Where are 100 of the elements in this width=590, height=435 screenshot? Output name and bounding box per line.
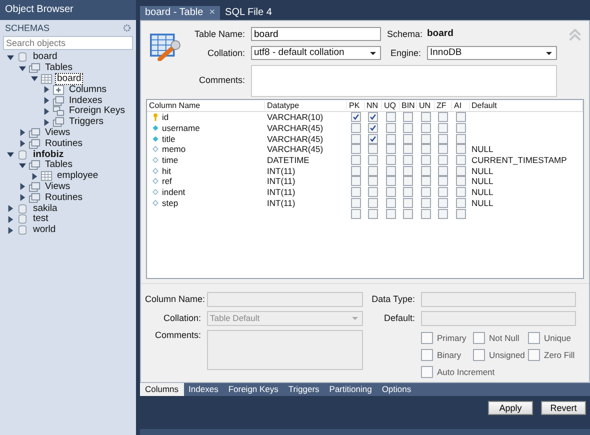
checkbox[interactable] — [403, 176, 414, 186]
tab[interactable]: Partitioning — [324, 383, 377, 396]
comments-field[interactable] — [207, 330, 363, 370]
checkbox[interactable] — [420, 144, 431, 154]
tab[interactable]: Indexes — [184, 383, 224, 396]
checkbox[interactable] — [368, 166, 378, 176]
checkbox[interactable] — [456, 134, 466, 144]
settings-icon[interactable] — [123, 24, 131, 32]
checkbox[interactable] — [528, 332, 540, 344]
checkbox[interactable] — [438, 208, 448, 219]
comments-field[interactable] — [251, 65, 557, 97]
checkbox[interactable] — [456, 123, 466, 134]
search-field[interactable]: Search objects — [3, 36, 133, 50]
column-name-field[interactable] — [207, 292, 363, 307]
checkbox[interactable] — [368, 144, 378, 154]
checkbox[interactable] — [403, 112, 414, 122]
expand-arrow-icon[interactable] — [19, 140, 26, 148]
checkbox[interactable] — [350, 144, 361, 154]
checkbox[interactable] — [386, 123, 396, 134]
checkbox[interactable] — [386, 198, 396, 208]
tab[interactable]: board - Table × — [140, 6, 220, 20]
checkbox[interactable] — [386, 112, 396, 122]
checkbox[interactable] — [350, 112, 361, 122]
column-header[interactable]: PK — [347, 101, 364, 110]
checkbox[interactable] — [403, 208, 414, 219]
checkbox[interactable] — [403, 187, 414, 198]
tree-item[interactable]: Columns — [67, 84, 108, 96]
tree-item[interactable]: Triggers — [67, 116, 106, 128]
checkbox[interactable] — [456, 166, 466, 176]
checkbox[interactable] — [386, 166, 396, 176]
default-field[interactable] — [421, 311, 576, 326]
tree-item[interactable]: world — [31, 224, 58, 236]
checkbox[interactable] — [456, 112, 466, 122]
tree-item[interactable]: Foreign Keys — [67, 105, 127, 118]
tree-item[interactable]: Indexes — [67, 94, 104, 107]
checkbox[interactable] — [438, 123, 448, 134]
column-header[interactable]: Default — [470, 101, 583, 110]
checkbox[interactable] — [350, 123, 361, 134]
checkbox[interactable] — [403, 144, 414, 154]
tree-item[interactable]: sakila — [31, 202, 60, 215]
tab[interactable]: Foreign Keys — [223, 383, 284, 396]
collapse-arrow-icon[interactable] — [31, 75, 38, 82]
column-header[interactable]: NN — [364, 101, 382, 110]
collapse-arrow-icon[interactable] — [7, 151, 14, 158]
expand-arrow-icon[interactable] — [19, 183, 26, 190]
checkbox[interactable] — [456, 187, 466, 198]
checkbox[interactable] — [386, 134, 396, 144]
data-type-field[interactable] — [421, 292, 576, 307]
checkbox[interactable] — [473, 349, 485, 361]
checkbox[interactable] — [350, 176, 361, 186]
checkbox[interactable] — [420, 198, 431, 208]
expand-arrow-icon[interactable] — [7, 226, 14, 234]
checkbox[interactable] — [368, 112, 378, 122]
checkbox[interactable] — [420, 187, 431, 198]
column-header[interactable]: BIN — [400, 101, 417, 110]
checkbox[interactable] — [368, 155, 378, 166]
checkbox[interactable] — [421, 332, 433, 344]
column-header[interactable]: UN — [417, 101, 434, 110]
tree-item[interactable]: board — [55, 73, 84, 85]
checkbox[interactable] — [456, 208, 466, 219]
collapse-arrow-icon[interactable] — [7, 54, 14, 61]
checkbox[interactable] — [350, 134, 361, 144]
checkbox[interactable] — [421, 366, 433, 378]
checkbox[interactable] — [438, 112, 448, 122]
checkbox[interactable] — [473, 332, 485, 344]
checkbox[interactable] — [368, 123, 378, 134]
engine-dropdown[interactable]: InnoDB — [427, 46, 557, 60]
checkbox[interactable] — [403, 134, 414, 144]
tab[interactable]: Columns — [140, 383, 184, 396]
tree-item[interactable]: Routines — [43, 138, 84, 150]
checkbox[interactable] — [420, 166, 431, 176]
checkbox[interactable] — [403, 123, 414, 134]
tree-item[interactable]: infobiz — [31, 148, 66, 161]
checkbox[interactable] — [368, 134, 378, 144]
tab[interactable]: Triggers — [283, 383, 324, 396]
checkbox[interactable] — [368, 198, 378, 208]
checkbox[interactable] — [368, 176, 378, 186]
action-button[interactable]: Revert — [541, 401, 586, 415]
checkbox[interactable] — [403, 155, 414, 166]
checkbox[interactable] — [386, 176, 396, 186]
checkbox[interactable] — [368, 187, 378, 198]
table-name-field[interactable]: board — [251, 27, 381, 41]
tab[interactable]: SQL File 4 — [220, 6, 277, 20]
column-header[interactable]: Datatype — [265, 101, 347, 110]
expand-arrow-icon[interactable] — [43, 86, 50, 94]
column-header[interactable]: AI — [452, 101, 470, 110]
expand-arrow-icon[interactable] — [43, 108, 50, 115]
tree-item[interactable]: Tables — [43, 159, 74, 172]
checkbox[interactable] — [420, 155, 431, 166]
checkbox[interactable] — [528, 349, 540, 361]
tree-item[interactable]: Views — [43, 126, 72, 139]
checkbox[interactable] — [456, 144, 466, 154]
checkbox[interactable] — [421, 349, 433, 361]
checkbox[interactable] — [420, 112, 431, 122]
tree-item[interactable]: Views — [43, 180, 72, 193]
checkbox[interactable] — [438, 176, 448, 186]
expand-arrow-icon[interactable] — [43, 97, 50, 104]
checkbox[interactable] — [386, 208, 396, 219]
tab[interactable]: Options — [376, 383, 416, 396]
tree-item[interactable]: board — [31, 51, 60, 64]
